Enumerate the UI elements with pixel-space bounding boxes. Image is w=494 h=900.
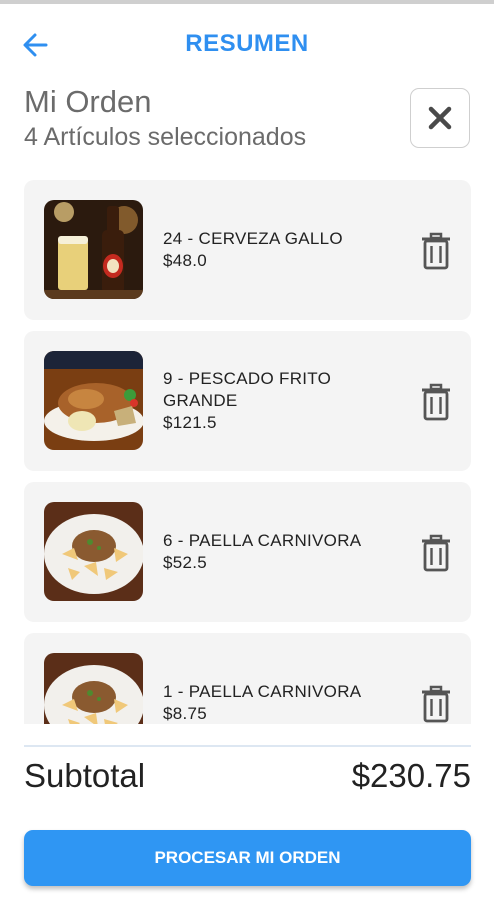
list-item[interactable]: 1 - PAELLA CARNIVORA $8.75 (24, 633, 471, 724)
trash-icon (422, 534, 450, 572)
item-price: $48.0 (163, 251, 208, 270)
item-details: 1 - PAELLA CARNIVORA $8.75 (163, 681, 388, 724)
top-border (0, 0, 494, 4)
delete-item-button[interactable] (419, 534, 453, 572)
item-image-paella (44, 502, 143, 601)
order-subtitle: 4 Artículos seleccionados (24, 123, 307, 151)
page-title: RESUMEN (185, 30, 309, 57)
order-title: Mi Orden (24, 84, 152, 119)
item-name: 9 - PESCADO FRITO GRANDE (163, 368, 388, 412)
item-details: 9 - PESCADO FRITO GRANDE $121.5 (163, 368, 388, 434)
item-image-beer (44, 200, 143, 299)
close-button[interactable] (410, 88, 470, 148)
item-image-fried-fish (44, 351, 143, 450)
process-order-button[interactable]: PROCESAR MI ORDEN (24, 830, 471, 886)
subtotal-label: Subtotal (24, 757, 146, 794)
item-name-line1: 9 - PESCADO FRITO (163, 369, 332, 388)
delete-item-button[interactable] (419, 685, 453, 723)
item-price: $8.75 (163, 704, 208, 723)
trash-icon (422, 685, 450, 723)
app-header: RESUMEN (0, 18, 494, 74)
item-name: 24 - CERVEZA GALLO (163, 229, 343, 248)
subtotal-value: $230.75 (351, 757, 471, 794)
trash-icon (422, 232, 450, 270)
order-items-list[interactable]: 24 - CERVEZA GALLO $48.0 9 - PESCADO FRI… (0, 180, 494, 724)
delete-item-button[interactable] (419, 383, 453, 421)
item-details: 24 - CERVEZA GALLO $48.0 (163, 228, 388, 272)
list-item[interactable]: 6 - PAELLA CARNIVORA $52.5 (24, 482, 471, 622)
trash-icon (422, 383, 450, 421)
summary-divider (24, 745, 471, 747)
list-item[interactable]: 24 - CERVEZA GALLO $48.0 (24, 180, 471, 320)
delete-item-button[interactable] (419, 232, 453, 270)
item-name-line2: GRANDE (163, 391, 238, 410)
item-name: 1 - PAELLA CARNIVORA (163, 682, 362, 701)
item-image-paella (44, 653, 143, 724)
item-details: 6 - PAELLA CARNIVORA $52.5 (163, 530, 388, 574)
close-icon (428, 106, 452, 130)
list-item[interactable]: 9 - PESCADO FRITO GRANDE $121.5 (24, 331, 471, 471)
item-price: $121.5 (163, 413, 217, 432)
item-name: 6 - PAELLA CARNIVORA (163, 531, 362, 550)
item-price: $52.5 (163, 553, 208, 572)
